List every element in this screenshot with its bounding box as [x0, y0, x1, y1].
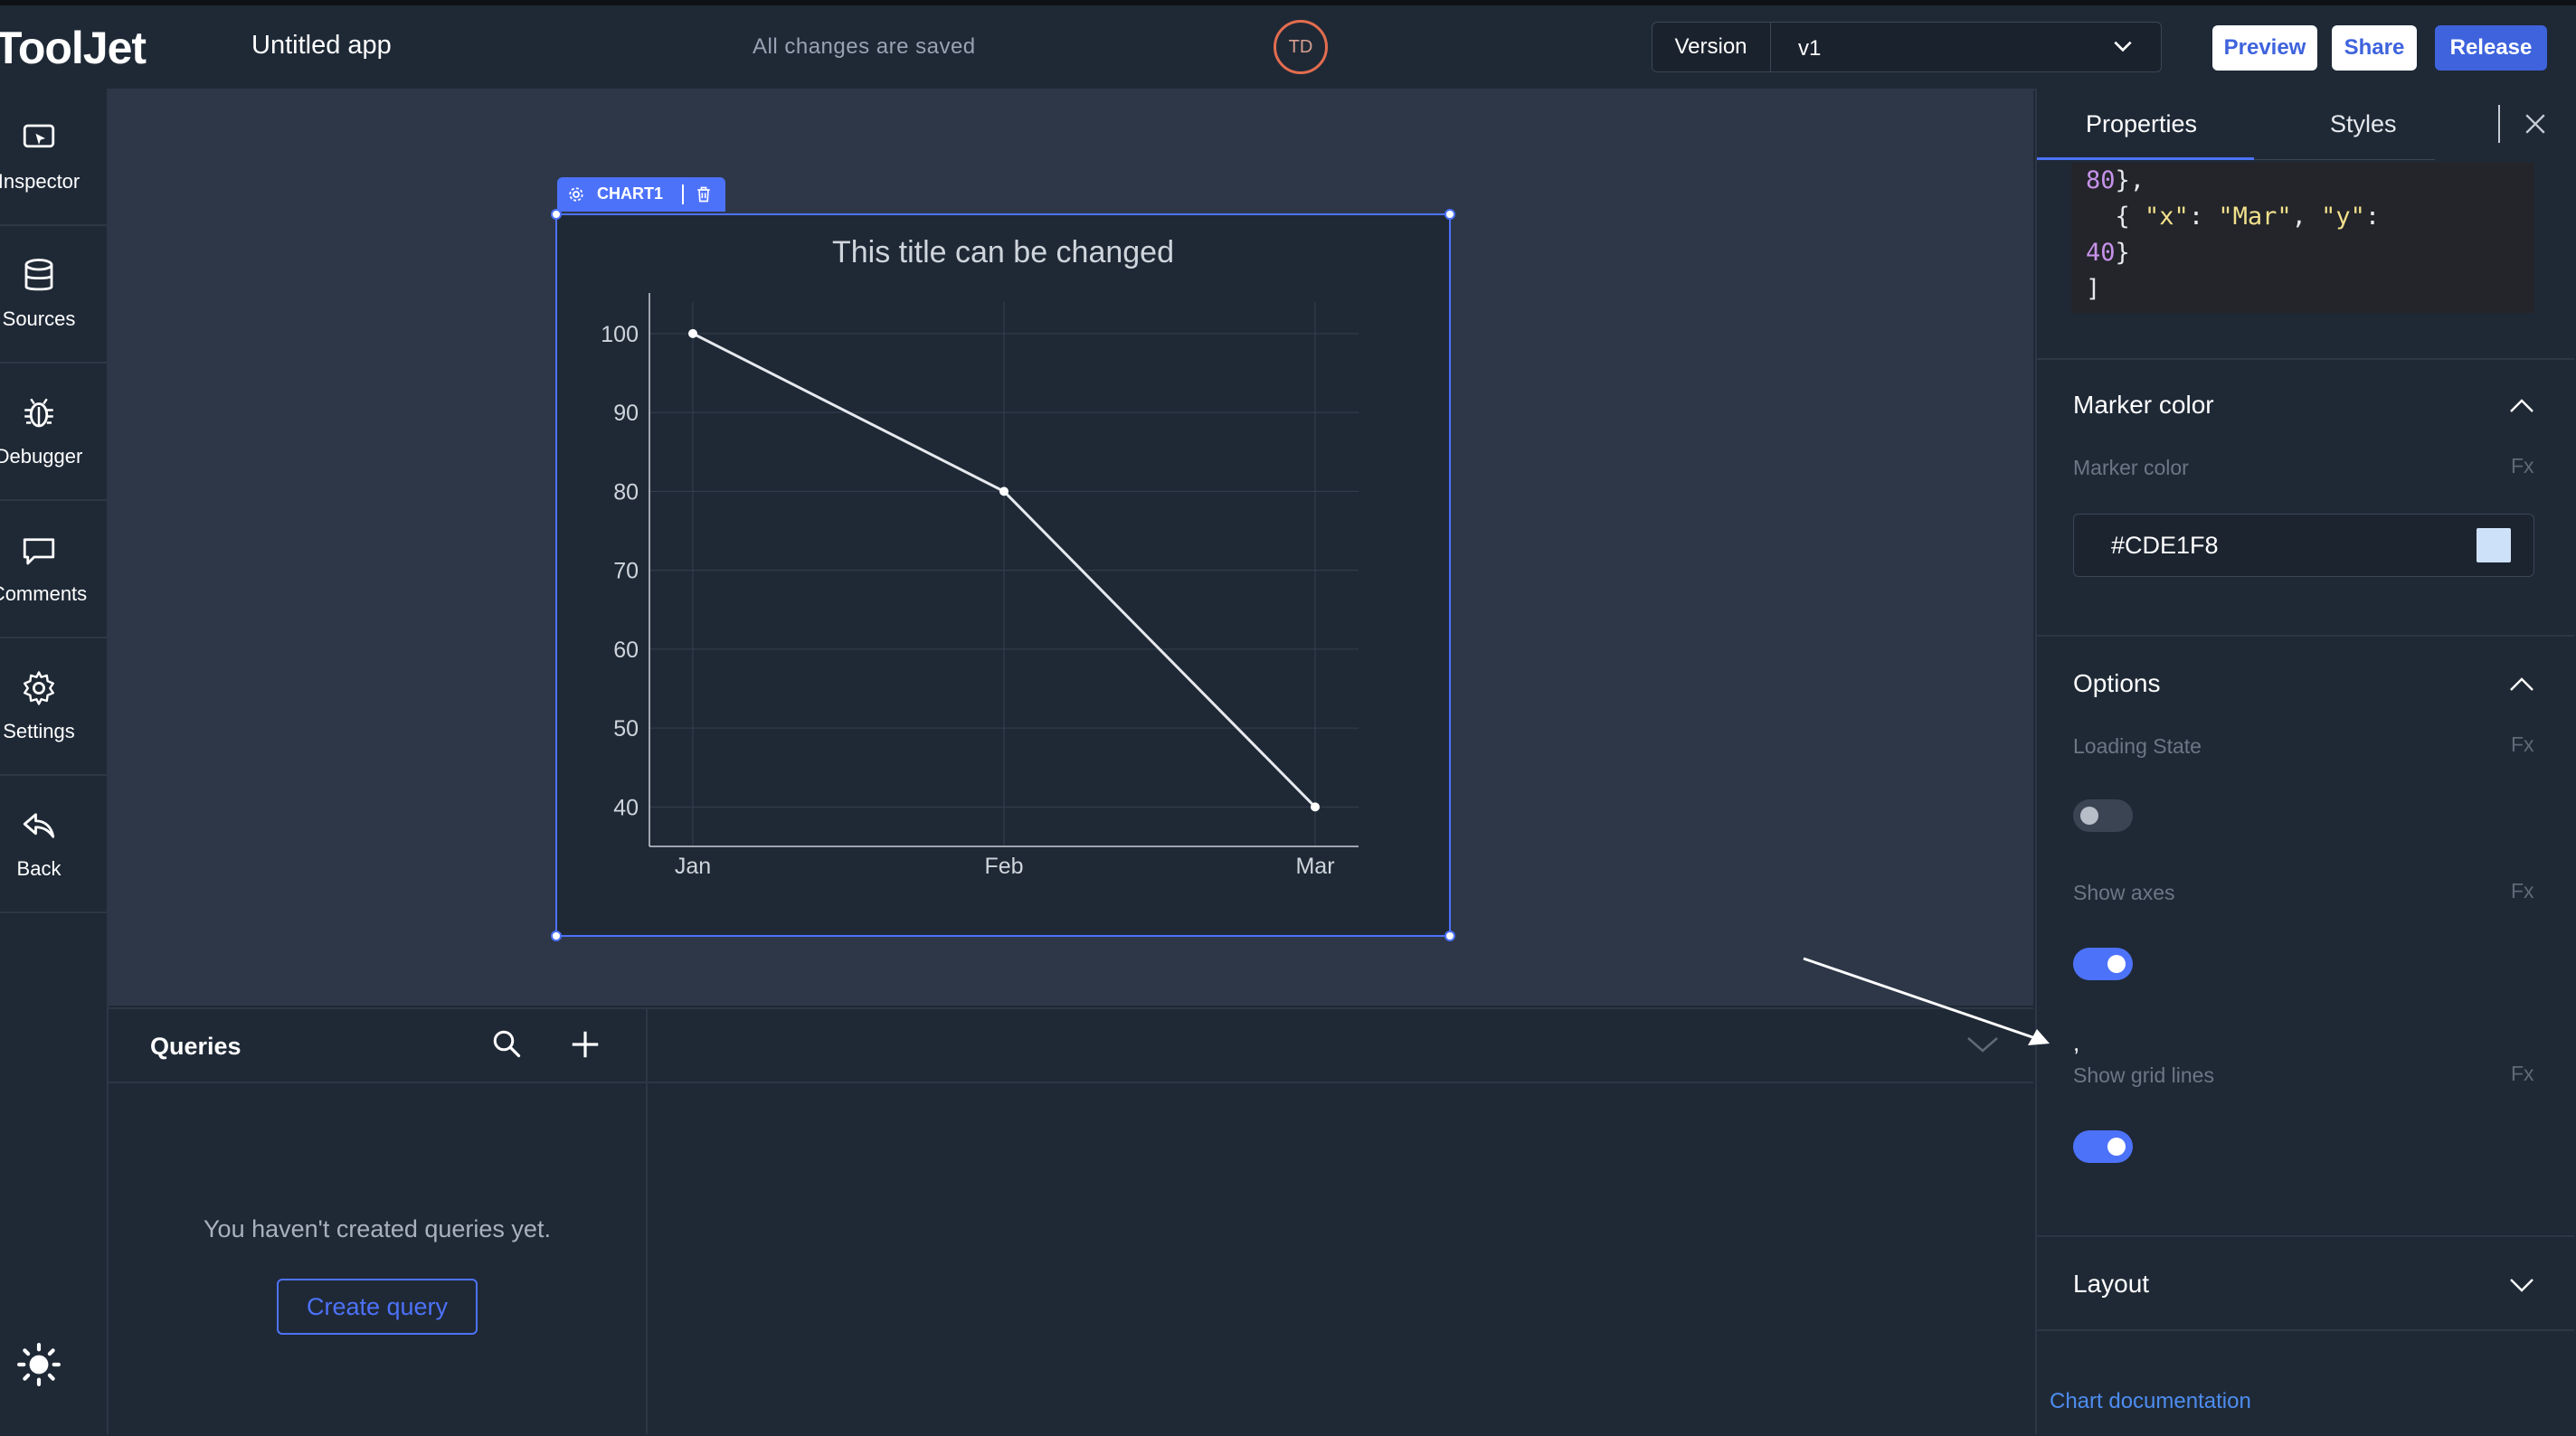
- show-grid-lines-label: Show grid lines: [2073, 1063, 2214, 1087]
- data-point: [688, 328, 697, 338]
- sun-icon[interactable]: [16, 1342, 62, 1387]
- sidebar-item-label: Inspector: [0, 170, 80, 193]
- chart-title: This title can be changed: [832, 235, 1174, 269]
- resize-handle[interactable]: [1444, 931, 1455, 941]
- divider: [2037, 635, 2574, 637]
- annotation-arrow: [1803, 957, 2050, 1045]
- divider: [2037, 1235, 2574, 1237]
- y-tick-label: 100: [601, 322, 639, 347]
- chevron-down-icon[interactable]: [2111, 34, 2135, 58]
- code-line: 40}: [2086, 239, 2130, 267]
- share-button[interactable]: Share: [2332, 25, 2417, 71]
- marker-color-swatch[interactable]: [2477, 528, 2511, 562]
- data-point: [1311, 802, 1320, 812]
- x-tick-label: Feb: [984, 854, 1023, 879]
- gear-icon: [24, 671, 54, 705]
- trash-icon[interactable]: [695, 185, 713, 203]
- y-tick-label: 40: [613, 795, 639, 820]
- sidebar-item-comments[interactable]: Comments: [0, 501, 107, 638]
- tab-properties[interactable]: Properties: [2086, 110, 2197, 138]
- resize-handle[interactable]: [551, 931, 562, 941]
- search-icon[interactable]: [490, 1027, 523, 1060]
- fx-toggle[interactable]: Fx: [2511, 879, 2534, 903]
- comment-icon: [23, 538, 55, 565]
- data-point: [999, 487, 1009, 496]
- marker-color-value: #CDE1F8: [2111, 532, 2219, 559]
- line-chart: This title can be changed 40 50 60 70 80 90 100…: [601, 235, 1359, 879]
- chevron-up-icon[interactable]: [2509, 676, 2534, 693]
- active-tab-indicator: [2037, 157, 2254, 160]
- chevron-down-icon[interactable]: [2509, 1277, 2534, 1293]
- show-grid-lines-toggle[interactable]: [2073, 1130, 2133, 1163]
- loading-state-toggle[interactable]: [2073, 799, 2133, 832]
- x-tick-label: Mar: [1295, 854, 1334, 879]
- show-axes-toggle[interactable]: [2073, 948, 2133, 980]
- code-line: ]: [2086, 275, 2101, 303]
- chart-widget[interactable]: This title can be changed 40 50 60 70 80 90 100…: [555, 213, 1451, 937]
- sidebar-item-label: Comments: [0, 582, 88, 605]
- fx-toggle[interactable]: Fx: [2511, 1062, 2534, 1086]
- divider: [2037, 358, 2574, 360]
- widget-tag[interactable]: CHART1: [557, 177, 725, 212]
- inspector-icon: [23, 124, 55, 148]
- divider: [2037, 1329, 2574, 1331]
- version-label: Version: [1652, 22, 1771, 72]
- database-icon: [24, 259, 53, 291]
- release-button[interactable]: Release: [2435, 25, 2547, 71]
- create-query-button[interactable]: Create query: [277, 1279, 478, 1335]
- stray-mark: ,: [2073, 1029, 2080, 1056]
- layout-section-title[interactable]: Layout: [2073, 1270, 2149, 1299]
- queries-title: Queries: [150, 1033, 242, 1060]
- avatar[interactable]: TD: [1274, 20, 1328, 74]
- sidebar-item-inspector[interactable]: Inspector: [0, 89, 107, 226]
- loading-state-label: Loading State: [2073, 734, 2202, 758]
- chevron-up-icon[interactable]: [2509, 398, 2534, 414]
- y-tick-label: 50: [613, 716, 639, 742]
- marker-color-label: Marker color: [2073, 456, 2189, 479]
- tooljet-logo[interactable]: ToolJet: [0, 22, 147, 74]
- code-line: 80},: [2086, 166, 2145, 194]
- chart-data-editor[interactable]: 80}, { "x": "Mar", "y": 40} ]: [2071, 163, 2534, 313]
- left-sidebar: Inspector Sources Debugger Comments Sett…: [0, 89, 109, 1434]
- widget-name: CHART1: [597, 184, 664, 203]
- fx-toggle[interactable]: Fx: [2511, 732, 2534, 757]
- y-tick-label: 60: [613, 638, 639, 663]
- code-line: { "x": "Mar", "y":: [2086, 203, 2381, 231]
- sidebar-item-debugger[interactable]: Debugger: [0, 364, 107, 501]
- options-section-title[interactable]: Options: [2073, 669, 2161, 698]
- sidebar-item-back[interactable]: Back: [0, 776, 107, 913]
- sidebar-item-settings[interactable]: Settings: [0, 638, 107, 776]
- marker-color-section-title[interactable]: Marker color: [2073, 391, 2214, 420]
- back-arrow-icon: [23, 813, 55, 838]
- sidebar-item-label: Sources: [2, 307, 76, 330]
- version-value[interactable]: v1: [1798, 36, 1821, 61]
- resize-handle[interactable]: [551, 209, 562, 220]
- y-tick-label: 80: [613, 479, 639, 505]
- preview-button[interactable]: Preview: [2212, 25, 2317, 71]
- x-tick-label: Jan: [675, 854, 711, 879]
- tab-styles[interactable]: Styles: [2330, 110, 2397, 138]
- chart-documentation-link[interactable]: Chart documentation: [2050, 1389, 2251, 1414]
- bug-icon: [24, 398, 53, 428]
- sidebar-item-label: Debugger: [0, 445, 83, 468]
- gear-icon[interactable]: [568, 186, 584, 203]
- queries-empty-text: You haven't created queries yet.: [204, 1215, 551, 1242]
- save-status: All changes are saved: [753, 34, 976, 59]
- show-axes-label: Show axes: [2073, 881, 2175, 904]
- resize-handle[interactable]: [1444, 209, 1455, 220]
- add-query-icon[interactable]: [568, 1027, 602, 1062]
- divider: [2498, 105, 2500, 143]
- close-icon[interactable]: [2524, 112, 2547, 136]
- fx-toggle[interactable]: Fx: [2511, 454, 2534, 478]
- sidebar-item-sources[interactable]: Sources: [0, 226, 107, 364]
- y-tick-label: 70: [613, 559, 639, 584]
- y-tick-label: 90: [613, 401, 639, 426]
- divider: [109, 1082, 2033, 1083]
- sidebar-item-label: Settings: [3, 720, 75, 742]
- divider: [2254, 159, 2435, 160]
- app-name[interactable]: Untitled app: [251, 31, 392, 61]
- sidebar-item-label: Back: [16, 857, 62, 880]
